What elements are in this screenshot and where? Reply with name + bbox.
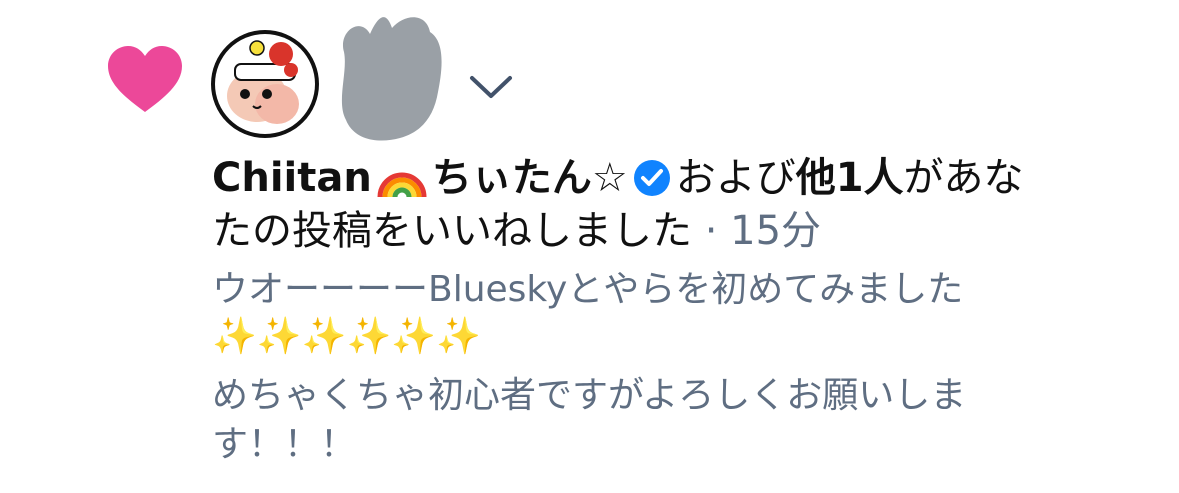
and-text: および: [675, 155, 796, 201]
notification-line-1: Chiitan ちぃたん☆ および他1人があな: [212, 152, 1024, 204]
heart-icon: [108, 46, 182, 112]
actor-name[interactable]: Chiitan: [212, 155, 372, 201]
post-line-3[interactable]: めちゃくちゃ初心者ですがよろしくお願いしま: [212, 372, 966, 420]
notification-line-2: たの投稿をいいねしました · 15分: [212, 205, 821, 257]
avatar-image: [215, 34, 315, 134]
actor-suffix[interactable]: ちぃたん☆: [432, 155, 628, 201]
redacted-avatar: [341, 17, 442, 141]
action-text: たの投稿をいいねしました: [212, 208, 692, 254]
chevron-down-icon[interactable]: [466, 70, 516, 102]
rainbow-icon: [377, 172, 427, 198]
others-count[interactable]: 他1人: [796, 155, 904, 201]
verified-badge-icon: [633, 160, 670, 196]
tail-text: があな: [903, 155, 1024, 201]
post-sparkles[interactable]: ✨✨✨✨✨✨: [212, 313, 481, 361]
time-separator: ·: [704, 208, 718, 254]
timestamp: 15分: [730, 208, 822, 254]
post-line-4[interactable]: す！！！: [212, 421, 356, 469]
post-line-1[interactable]: ウオーーーーBlueskyとやらを初めてみました: [212, 266, 963, 314]
avatar[interactable]: [211, 30, 319, 138]
